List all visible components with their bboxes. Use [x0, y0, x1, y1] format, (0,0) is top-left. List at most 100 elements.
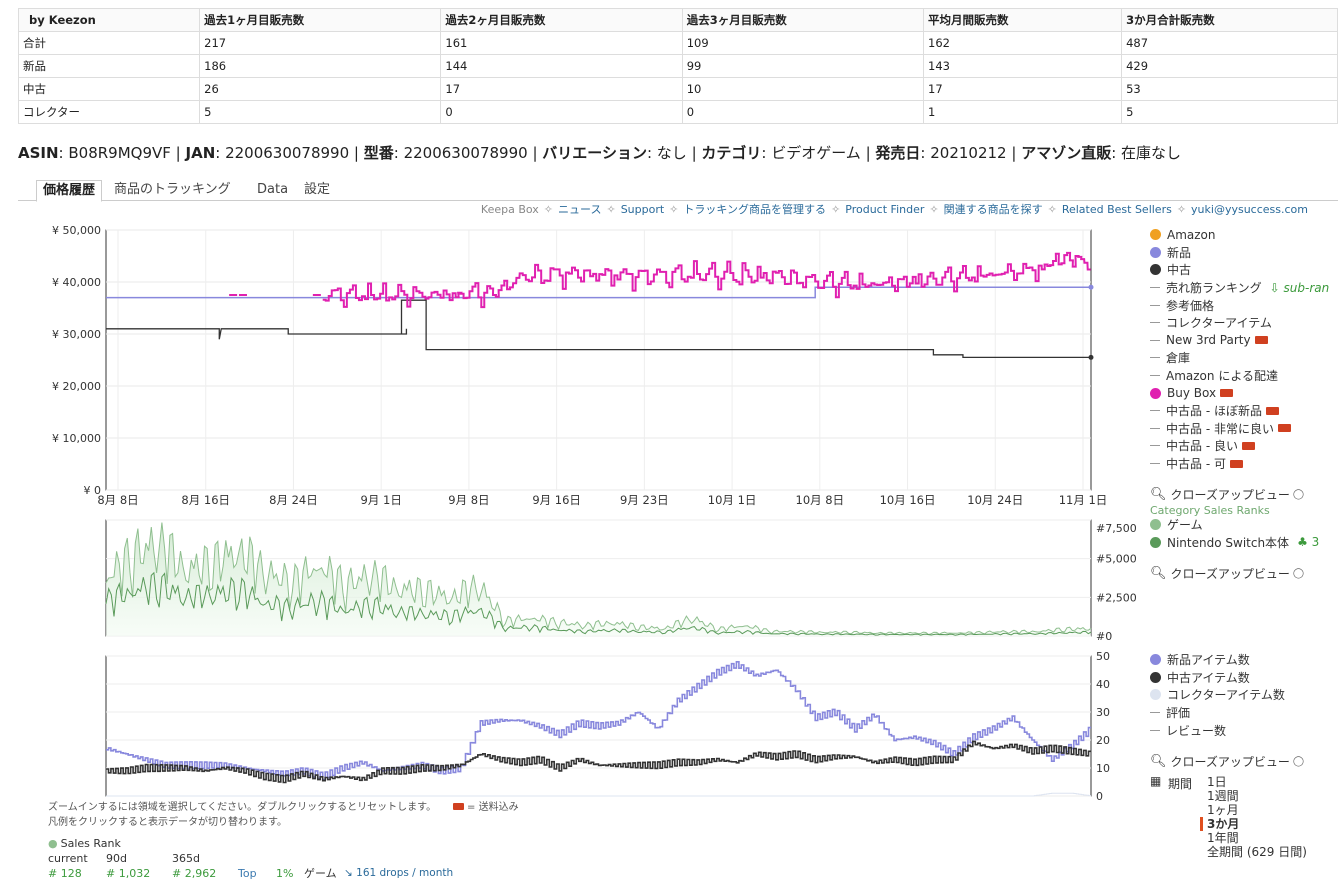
legend-label: ゲーム: [1167, 518, 1203, 533]
legend-label: コレクターアイテム数: [1167, 688, 1285, 703]
legend-item[interactable]: 倉庫: [1150, 349, 1329, 367]
y-tick-label: #2,500: [1096, 591, 1137, 604]
price-chart[interactable]: ¥ 0¥ 10,000¥ 20,000¥ 30,000¥ 40,000¥ 50,…: [52, 224, 1107, 507]
top-value: 1%: [276, 867, 294, 880]
y-tick-label: ¥ 10,000: [52, 432, 101, 445]
legend-item[interactable]: 参考価格: [1150, 296, 1329, 314]
legend-dot: [1150, 689, 1161, 701]
legend-item[interactable]: Nintendo Switch本体 ♣ 3: [1150, 534, 1319, 552]
truck-icon: [1241, 441, 1255, 450]
x-tick-label: 9月 16日: [532, 493, 581, 507]
legend-item[interactable]: 評価: [1150, 704, 1285, 722]
calendar-icon: ▦: [1150, 774, 1162, 788]
legend-extra: ⇩ sub-ran: [1269, 280, 1330, 295]
closeup-label: クローズアップビュー: [1170, 566, 1290, 581]
x-tick-label: 9月 23日: [620, 493, 669, 507]
rank-365d: # 2,962: [172, 867, 217, 880]
rank-closeup: 🔍︎ クローズアップビュー ◯: [1150, 563, 1304, 583]
period-option[interactable]: 1年間: [1207, 831, 1307, 845]
price-legend: Amazon 新品 中古 売れ筋ランキング ⇩ sub-ran 参考価格コレクターアイテム…: [1150, 226, 1329, 472]
legend-item[interactable]: 中古品 - ほぼ新品: [1150, 402, 1329, 420]
legend-item[interactable]: Amazon による配達: [1150, 367, 1329, 385]
legend-dot: [1150, 264, 1161, 276]
closeup-toggle[interactable]: 🔍︎ クローズアップビュー ◯: [1150, 484, 1304, 504]
shipping-note: = 送料込み: [467, 802, 519, 813]
footer-line: ズームインするには領域を選択してください。ダブルクリックするとリセットします。 …: [48, 800, 519, 815]
y-tick-label: ¥ 30,000: [52, 328, 101, 341]
legend-item[interactable]: 中古: [1150, 261, 1329, 279]
legend-dot: [1150, 536, 1161, 548]
legend-dash: [1150, 463, 1160, 465]
y-tick-label: 50: [1096, 650, 1110, 663]
legend-item[interactable]: 中古アイテム数: [1150, 669, 1285, 687]
truck-icon: [1229, 459, 1243, 468]
legend-item[interactable]: ゲーム: [1150, 516, 1319, 534]
sales-rank-chart[interactable]: #0 #2,500 #5,000 #7,500: [105, 519, 1137, 643]
count-closeup: 🔍︎ クローズアップビュー ◯: [1150, 751, 1304, 771]
period-option[interactable]: 全期間 (629 日間): [1207, 845, 1307, 859]
offer-count-chart[interactable]: 0 10 20 30 40 50: [105, 650, 1110, 803]
legend-item[interactable]: 中古品 - 可: [1150, 455, 1329, 473]
legend-label: コレクターアイテム: [1166, 316, 1272, 331]
legend-label: 新品アイテム数: [1167, 653, 1250, 668]
x-tick-label: 9月 8日: [448, 493, 489, 507]
period-option[interactable]: 1週間: [1207, 789, 1307, 803]
plot-area: [105, 229, 1092, 491]
legend-dash: [1150, 427, 1160, 429]
x-tick-label: 8月 24日: [269, 493, 318, 507]
closeup-toggle[interactable]: 🔍︎ クローズアップビュー ◯: [1150, 563, 1304, 583]
legend-item[interactable]: 中古品 - 非常に良い: [1150, 420, 1329, 438]
series-end-dot: [1088, 354, 1094, 360]
legend-item[interactable]: コレクターアイテム数: [1150, 686, 1285, 704]
top-label: Top: [238, 867, 257, 880]
closeup-toggle[interactable]: 🔍︎ クローズアップビュー ◯: [1150, 751, 1304, 771]
legend-dot: [1150, 519, 1161, 531]
rank-current: # 128: [48, 867, 82, 880]
legend-item[interactable]: コレクターアイテム: [1150, 314, 1329, 332]
period-options: 1日 1週間 1ヶ月 3か月 1年間 全期間 (629 日間): [1200, 775, 1307, 859]
legend-label: 評価: [1166, 706, 1191, 721]
legend-label: Amazon: [1167, 227, 1216, 242]
sales-rank-title: Sales Rank: [60, 837, 121, 850]
legend-item[interactable]: 売れ筋ランキング ⇩ sub-ran: [1150, 279, 1329, 297]
legend-item[interactable]: レビュー数: [1150, 721, 1285, 739]
legend-item[interactable]: 中古品 - 良い: [1150, 437, 1329, 455]
legend-label: 中古品 - 非常に良い: [1166, 421, 1274, 436]
period-option[interactable]: 3か月: [1200, 817, 1307, 831]
x-tick-label: 11月 1日: [1059, 493, 1108, 507]
sales-rank-headers: current 90d 365d: [48, 851, 453, 866]
legend-dash: [1150, 729, 1160, 731]
period-option[interactable]: 1日: [1207, 775, 1307, 789]
closeup-label: クローズアップビュー: [1170, 487, 1290, 502]
legend-extra: ♣ 3: [1297, 535, 1320, 550]
legend-item[interactable]: New 3rd Party: [1150, 332, 1329, 350]
legend-item[interactable]: Amazon: [1150, 226, 1329, 244]
period-option[interactable]: 1ヶ月: [1207, 803, 1307, 817]
legend-label: Nintendo Switch本体: [1167, 535, 1290, 550]
y-tick-label: 0: [1096, 790, 1103, 803]
y-tick-label: ¥ 20,000: [52, 380, 101, 393]
legend-dot: [1150, 229, 1161, 241]
legend-label: レビュー数: [1166, 723, 1227, 738]
legend-label: 新品: [1167, 245, 1192, 260]
header-current: current: [48, 852, 88, 865]
x-tick-label: 8月 16日: [181, 493, 230, 507]
legend-label: 中古品 - ほぼ新品: [1166, 404, 1262, 419]
keepa-charts[interactable]: ¥ 0¥ 10,000¥ 20,000¥ 30,000¥ 40,000¥ 50,…: [0, 0, 1342, 887]
legend-label: 参考価格: [1166, 298, 1215, 313]
drops-per-month[interactable]: ↘ 161 drops / month: [344, 866, 453, 881]
legend-label: 中古品 - 可: [1166, 457, 1226, 472]
legend-item[interactable]: Buy Box: [1150, 384, 1329, 402]
truck-icon: [1220, 389, 1234, 398]
legend-dot: [1150, 671, 1161, 683]
y-tick-label: ¥ 50,000: [52, 224, 101, 237]
sales-rank-title-row: ● Sales Rank: [48, 836, 453, 851]
legend-item[interactable]: 新品アイテム数: [1150, 651, 1285, 669]
x-tick-label: 10月 16日: [880, 493, 936, 507]
magnifier-icon: 🔍︎: [1150, 753, 1167, 769]
legend-item[interactable]: 新品: [1150, 244, 1329, 262]
legend-dash: [1150, 357, 1160, 359]
truck-icon: [452, 803, 464, 810]
y-tick-label: 30: [1096, 706, 1110, 719]
toggle-icon: ◯: [1292, 567, 1305, 579]
